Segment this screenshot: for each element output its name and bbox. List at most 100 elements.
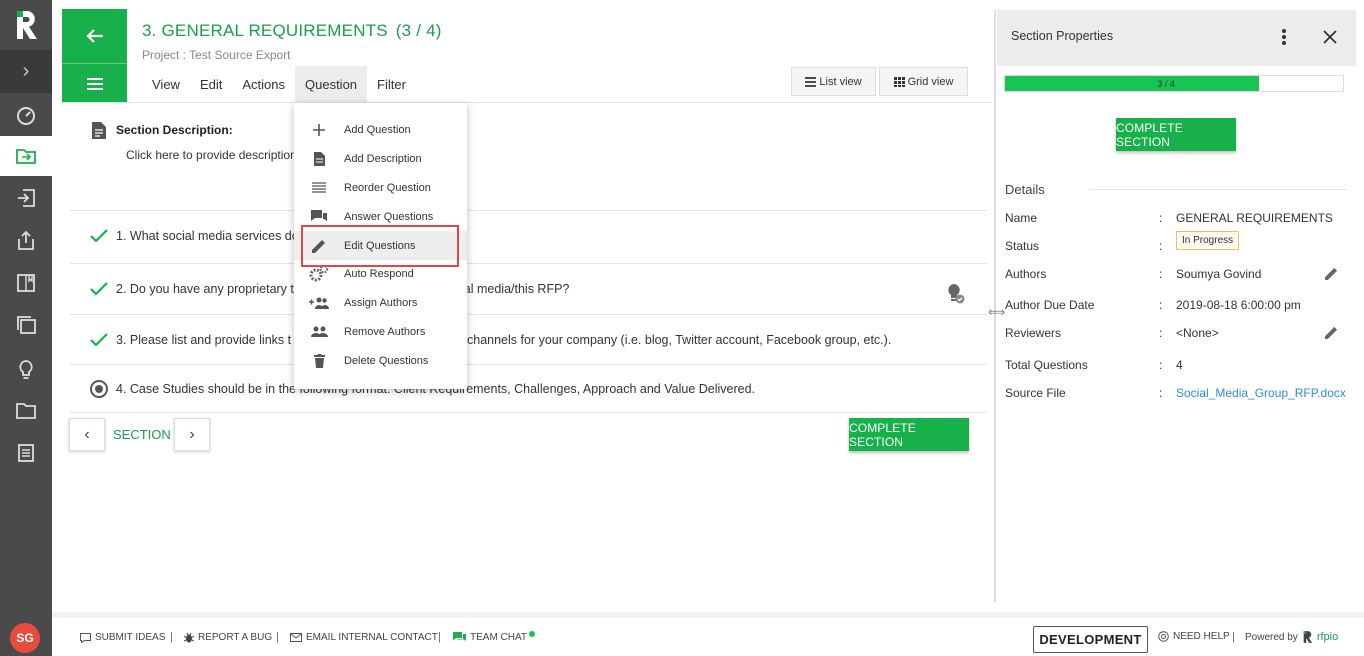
grid-icon: [893, 76, 905, 87]
more-vertical-icon[interactable]: [1281, 28, 1287, 46]
add-users-icon: [309, 297, 329, 309]
expand-rail-button[interactable]: ›: [0, 50, 52, 93]
question-text: 2. Do you have any proprietary t: [116, 281, 294, 296]
folder-icon: [16, 403, 36, 419]
document-icon: [313, 151, 325, 166]
dashboard-nav-button[interactable]: [0, 95, 52, 135]
speedometer-icon: [17, 107, 35, 125]
lifebuoy-icon: [1158, 631, 1169, 642]
left-rail: › SG: [0, 0, 52, 656]
menu-edit[interactable]: Edit: [190, 66, 232, 102]
book-icon: [17, 274, 35, 292]
question-text: 3. Please list and provide links t: [116, 332, 292, 347]
envelope-icon: [290, 633, 302, 642]
brand-name: rfpio: [1316, 631, 1339, 643]
list-document-icon: [18, 444, 34, 462]
question-text-suffix: channels for your company (i.e. blog, Tw…: [467, 332, 892, 347]
comment-icon: [80, 632, 91, 643]
reports-nav-button[interactable]: [0, 433, 52, 473]
export-nav-button[interactable]: [0, 220, 52, 260]
section-description-input[interactable]: Click here to provide description: [126, 148, 297, 162]
in-progress-radio-icon: [90, 379, 108, 398]
menu-item-assign-authors[interactable]: Assign Authors: [294, 288, 467, 317]
source-file-link[interactable]: Social_Media_Group_RFP.docx: [1176, 386, 1346, 400]
complete-section-button[interactable]: COMPLETE SECTION: [849, 418, 969, 451]
resize-handle-icon[interactable]: ⟺: [988, 305, 1005, 319]
previous-section-button[interactable]: ‹: [69, 418, 105, 451]
detail-row-status: Status : In Progress: [1005, 231, 1355, 255]
email-internal-contact-link[interactable]: EMAIL INTERNAL CONTACT: [290, 632, 438, 643]
export-icon: [18, 230, 34, 250]
grid-view-button[interactable]: Grid view: [879, 67, 968, 96]
lightbulb-icon: [19, 360, 33, 379]
need-help-link[interactable]: NEED HELP: [1158, 631, 1230, 642]
properties-title: Section Properties: [1011, 29, 1114, 43]
menu-item-delete-questions[interactable]: Delete Questions: [294, 346, 467, 375]
chevron-right-icon: ›: [22, 60, 30, 82]
checkmark-icon: [90, 281, 108, 296]
list-view-button[interactable]: List view: [791, 67, 876, 96]
user-avatar[interactable]: SG: [10, 623, 40, 653]
report-bug-link[interactable]: REPORT A BUG: [184, 632, 272, 643]
highlight-annotation-box: [301, 225, 459, 267]
import-nav-button[interactable]: [0, 178, 52, 218]
menu-item-add-question[interactable]: Add Question: [294, 115, 467, 144]
menu-view[interactable]: View: [142, 66, 190, 102]
documents-nav-button[interactable]: [0, 305, 52, 345]
menu-filter[interactable]: Filter: [367, 66, 416, 102]
edit-reviewers-pencil-icon[interactable]: [1325, 326, 1338, 339]
menu-item-remove-authors[interactable]: Remove Authors: [294, 317, 467, 346]
section-title: 3. GENERAL REQUIREMENTS (3 / 4): [142, 21, 442, 40]
question-row[interactable]: 2. Do you have any proprietary t ial med…: [70, 263, 987, 313]
footer-divider: |: [276, 631, 279, 643]
question-row[interactable]: 1. What social media services do: [70, 210, 987, 260]
question-row[interactable]: 3. Please list and provide links t chann…: [70, 314, 987, 364]
folders-nav-button[interactable]: [0, 390, 52, 430]
team-chat-link[interactable]: TEAM CHAT: [453, 630, 536, 643]
question-text: 1. What social media services do: [116, 228, 299, 243]
list-icon: [805, 76, 817, 87]
menu-item-reorder-question[interactable]: Reorder Question: [294, 173, 467, 202]
rfpio-logo-icon: [1303, 631, 1312, 643]
detail-row-total-questions: Total Questions : 4: [1005, 358, 1183, 372]
plus-icon: [313, 123, 325, 136]
section-progress-bar: 3 / 4: [1004, 75, 1344, 92]
section-pager-label: SECTION: [113, 427, 171, 442]
question-row[interactable]: 4. Case Studies should be in the followi…: [70, 364, 987, 413]
bug-icon: [184, 632, 194, 643]
chevron-right-icon: ›: [189, 425, 195, 443]
hamburger-menu-button[interactable]: [62, 64, 127, 103]
projects-nav-button[interactable]: [0, 136, 52, 176]
edit-authors-pencil-icon[interactable]: [1325, 267, 1338, 280]
question-text-suffix: ial media/this RFP?: [461, 281, 570, 296]
gears-icon: [309, 265, 329, 282]
back-button[interactable]: [62, 9, 127, 64]
checkmark-icon: [90, 228, 108, 243]
menu-question[interactable]: Question: [295, 66, 368, 102]
section-count: (3 / 4): [395, 21, 442, 40]
close-icon[interactable]: [1323, 30, 1337, 44]
next-section-button[interactable]: ›: [174, 418, 210, 451]
rfpio-logo-icon[interactable]: [0, 0, 52, 50]
reorder-icon: [312, 182, 326, 193]
powered-by: Powered by rfpio: [1245, 631, 1339, 643]
section-description-label: Section Description:: [116, 123, 233, 137]
menu-item-add-description[interactable]: Add Description: [294, 144, 467, 173]
menu-actions[interactable]: Actions: [232, 66, 295, 102]
chat-icon: [311, 209, 327, 221]
details-divider: [1090, 189, 1347, 190]
detail-row-authors: Authors : Soumya Govind: [1005, 267, 1355, 283]
complete-section-panel-button[interactable]: COMPLETE SECTION: [1116, 118, 1236, 151]
detail-row-reviewers: Reviewers : <None>: [1005, 326, 1355, 342]
arrow-left-icon: [85, 29, 103, 43]
progress-label: 3 / 4: [1157, 78, 1175, 89]
footer-divider: |: [1232, 631, 1235, 643]
answer-suggestion-icon[interactable]: [946, 283, 966, 305]
menubar: View Edit Actions Question Filter: [142, 66, 416, 102]
import-icon: [18, 189, 35, 207]
folder-project-icon: [16, 149, 36, 164]
ideas-nav-button[interactable]: [0, 349, 52, 389]
library-nav-button[interactable]: [0, 263, 52, 303]
submit-ideas-link[interactable]: SUBMIT IDEAS: [80, 632, 165, 643]
footer-divider: |: [438, 631, 441, 643]
